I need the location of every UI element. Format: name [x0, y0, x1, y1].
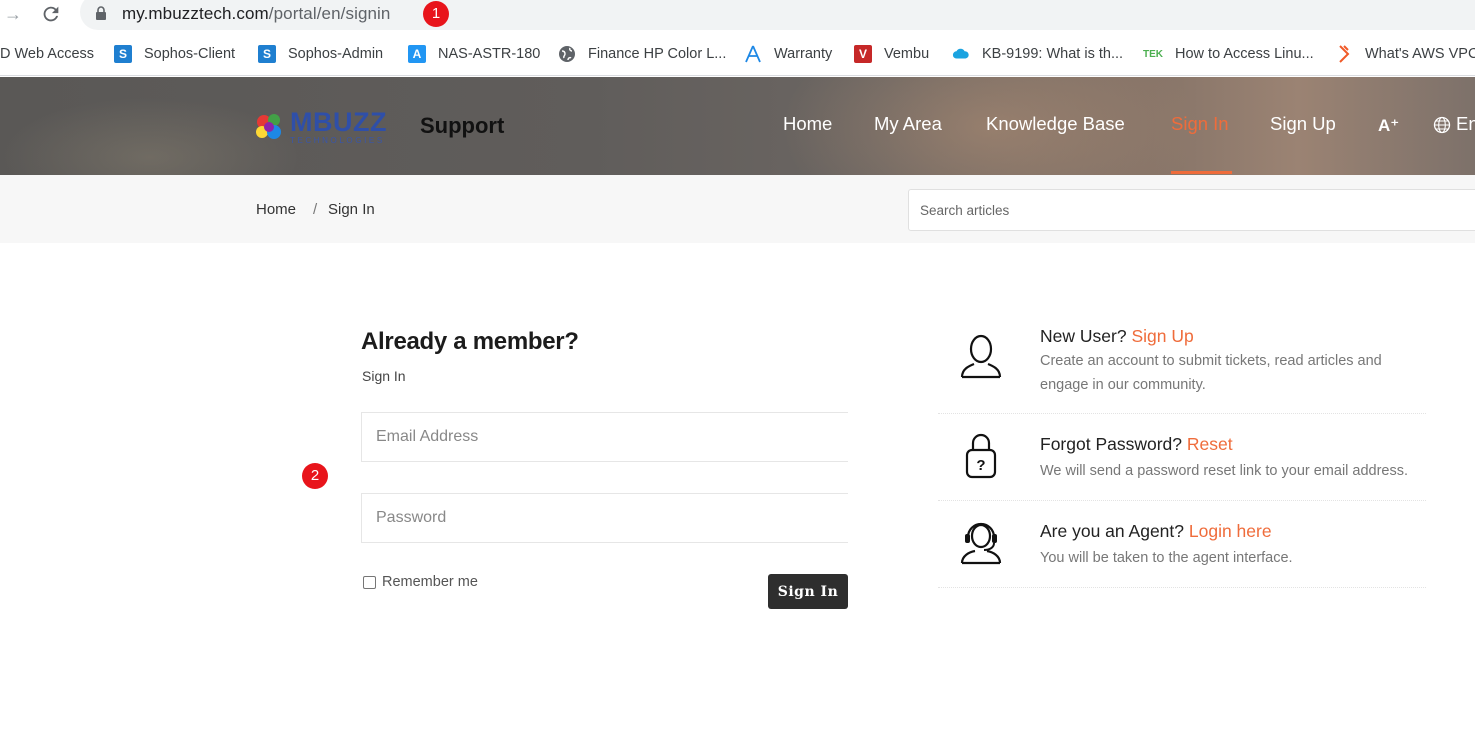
breadcrumb-current: Sign In: [328, 201, 375, 218]
active-nav-indicator: [1171, 171, 1232, 174]
bookmark-aws-vpc[interactable]: What's AWS VPC: [1335, 44, 1475, 64]
form-title: Already a member?: [361, 328, 579, 355]
email-field[interactable]: [361, 412, 848, 462]
lock-icon[interactable]: [95, 6, 107, 20]
bookmark-finance-hp[interactable]: Finance HP Color L...: [558, 44, 726, 64]
nav-sign-up[interactable]: Sign Up: [1270, 113, 1336, 139]
nav-my-area[interactable]: My Area: [874, 113, 942, 139]
nav-knowledge-base[interactable]: Knowledge Base: [986, 113, 1125, 139]
remember-me-checkbox[interactable]: [363, 575, 376, 589]
bookmark-sophos-client[interactable]: S Sophos-Client: [114, 44, 235, 64]
nav-sign-in[interactable]: Sign In: [1171, 113, 1229, 139]
info-forgot-password: ? Forgot Password? Reset We will send a …: [938, 414, 1426, 501]
breadcrumb: Home / Sign In: [0, 175, 1475, 243]
forward-arrow-icon[interactable]: →: [4, 4, 24, 24]
bookmark-linux-access[interactable]: TEK How to Access Linu...: [1143, 44, 1314, 64]
reload-icon[interactable]: [40, 3, 62, 25]
bitbucket-icon: [1339, 45, 1350, 63]
logo-mark-icon: [256, 114, 281, 139]
support-label: Support: [420, 113, 505, 138]
remember-me[interactable]: Remember me: [363, 574, 478, 590]
remember-me-label: Remember me: [382, 574, 478, 590]
browser-toolbar: → my.mbuzztech.com/portal/en/signin 1: [0, 0, 1475, 32]
bookmark-sophos-admin[interactable]: S Sophos-Admin: [258, 44, 383, 64]
site-header: MBUZZ TECHNOLOGIES Support: [0, 77, 1475, 175]
language-selector[interactable]: En: [1456, 113, 1475, 135]
breadcrumb-separator: /: [313, 201, 318, 218]
agent-login-link[interactable]: Login here: [1189, 521, 1272, 541]
nas-icon: A: [408, 45, 426, 63]
search-input[interactable]: [908, 189, 1475, 231]
url-text[interactable]: my.mbuzztech.com/portal/en/signin: [122, 4, 391, 24]
font-size-icon[interactable]: A⁺: [1378, 116, 1399, 136]
nav-home[interactable]: Home: [783, 113, 832, 139]
bookmark-web-access[interactable]: D Web Access: [0, 44, 94, 64]
sign-in-button[interactable]: Sign In: [768, 574, 848, 609]
globe-icon[interactable]: [1433, 116, 1451, 134]
info-agent-login: Are you an Agent? Login here You will be…: [938, 501, 1426, 588]
sophos-icon: S: [114, 45, 132, 63]
sophos-icon: S: [258, 45, 276, 63]
bookmark-vembu[interactable]: V Vembu: [854, 44, 929, 64]
form-subtitle: Sign In: [362, 368, 406, 384]
bookmark-nas[interactable]: A NAS-ASTR-180: [408, 44, 540, 64]
headset-agent-icon: [960, 522, 1002, 565]
padlock-question-icon: ?: [965, 433, 997, 479]
bookmark-kb-9199[interactable]: KB-9199: What is th...: [952, 44, 1123, 64]
svg-text:?: ?: [976, 457, 985, 474]
info-new-user: New User? Sign Up Create an account to s…: [938, 318, 1426, 414]
bookmarks-bar: D Web Access S Sophos-Client S Sophos-Ad…: [0, 32, 1475, 76]
annotation-marker-2: 2: [302, 463, 328, 489]
mbuzz-logo[interactable]: MBUZZ TECHNOLOGIES: [252, 107, 387, 147]
breadcrumb-home[interactable]: Home: [256, 201, 296, 218]
salesforce-cloud-icon: [952, 48, 969, 59]
reset-password-link[interactable]: Reset: [1187, 434, 1233, 454]
globe-icon: [559, 46, 575, 62]
sign-up-link[interactable]: Sign Up: [1131, 326, 1193, 346]
password-field[interactable]: [361, 493, 848, 543]
bookmark-warranty[interactable]: Warranty: [744, 44, 832, 64]
vembu-icon: V: [854, 45, 872, 63]
arrow-a-icon: [745, 45, 761, 63]
user-icon: [960, 334, 1002, 379]
tek-icon: TEK: [1143, 48, 1163, 60]
annotation-marker-1: 1: [423, 1, 449, 27]
